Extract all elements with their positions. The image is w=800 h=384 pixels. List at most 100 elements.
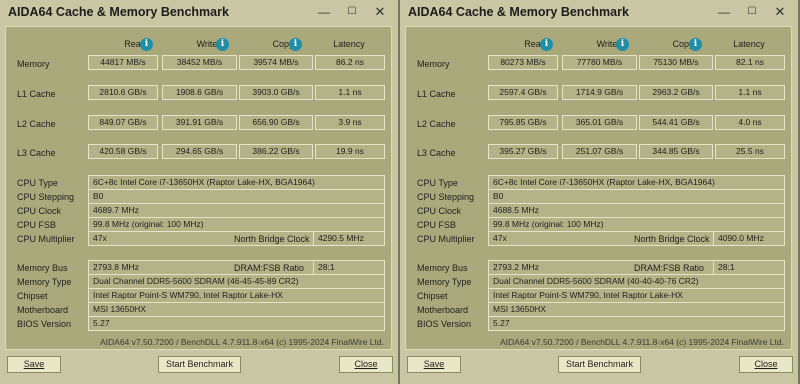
value-chipset: Intel Raptor Point-S WM790, Intel Raptor… bbox=[88, 288, 385, 303]
row-label-l2: L2 Cache bbox=[17, 119, 56, 129]
value-cpu-type: 6C+8c Intel Core i7-13650HX (Raptor Lake… bbox=[488, 175, 785, 190]
memory-latency: 86.2 ns bbox=[315, 55, 385, 70]
l1-write: 1714.9 GB/s bbox=[562, 85, 637, 100]
header-latency: Latency bbox=[333, 39, 365, 49]
value-cpu-clock: 4688.5 MHz bbox=[488, 203, 785, 218]
label-cpu-multiplier: CPU Multiplier bbox=[417, 234, 475, 244]
label-motherboard: Motherboard bbox=[17, 305, 69, 315]
close-button-label: Close bbox=[354, 359, 378, 369]
l1-latency: 1.1 ns bbox=[315, 85, 385, 100]
label-cpu-type: CPU Type bbox=[417, 178, 458, 188]
minimize-icon[interactable]: — bbox=[312, 3, 336, 21]
label-memory-type: Memory Type bbox=[17, 277, 72, 287]
l1-read: 2597.4 GB/s bbox=[488, 85, 558, 100]
value-north-bridge-clock: 4090.0 MHz bbox=[713, 231, 785, 246]
label-cpu-multiplier: CPU Multiplier bbox=[17, 234, 75, 244]
l3-read: 420.58 GB/s bbox=[88, 144, 158, 159]
value-cpu-fsb: 99.8 MHz (original: 100 MHz) bbox=[488, 217, 785, 232]
value-north-bridge-clock: 4290.5 MHz bbox=[313, 231, 385, 246]
maximize-icon[interactable]: ☐ bbox=[340, 3, 364, 21]
header-write: Write bbox=[196, 39, 218, 49]
save-button[interactable]: Save bbox=[7, 356, 61, 373]
label-dram-fsb-ratio: DRAM:FSB Ratio bbox=[234, 263, 305, 273]
row-label-memory: Memory bbox=[417, 59, 450, 69]
l2-copy: 656.90 GB/s bbox=[239, 115, 313, 130]
label-bios-version: BIOS Version bbox=[417, 319, 472, 329]
version-footer: AIDA64 v7.50.7200 / BenchDLL 4.7.911.8-x… bbox=[100, 337, 384, 347]
save-button[interactable]: Save bbox=[407, 356, 461, 373]
l2-write: 391.91 GB/s bbox=[162, 115, 237, 130]
l3-copy: 344.85 GB/s bbox=[639, 144, 713, 159]
l2-read: 795.85 GB/s bbox=[488, 115, 558, 130]
close-icon[interactable]: ✕ bbox=[768, 3, 792, 21]
results-panel: Read i Write i Copy i Latency Memory 448… bbox=[5, 26, 392, 350]
info-icon-copy[interactable]: i bbox=[689, 38, 702, 51]
l3-latency: 19.9 ns bbox=[315, 144, 385, 159]
label-north-bridge-clock: North Bridge Clock bbox=[234, 234, 310, 244]
value-dram-fsb-ratio: 28:1 bbox=[713, 260, 785, 275]
value-cpu-stepping: B0 bbox=[488, 189, 785, 204]
close-button[interactable]: Close bbox=[739, 356, 793, 373]
l1-read: 2810.6 GB/s bbox=[88, 85, 158, 100]
value-memory-type: Dual Channel DDR5-5600 SDRAM (46-45-45-8… bbox=[88, 274, 385, 289]
close-button-label: Close bbox=[754, 359, 778, 369]
start-benchmark-button[interactable]: Start Benchmark bbox=[158, 356, 241, 373]
label-dram-fsb-ratio: DRAM:FSB Ratio bbox=[634, 263, 705, 273]
label-bios-version: BIOS Version bbox=[17, 319, 72, 329]
l3-write: 251.07 GB/s bbox=[562, 144, 637, 159]
value-motherboard: MSI 13650HX bbox=[88, 302, 385, 317]
minimize-icon[interactable]: — bbox=[712, 3, 736, 21]
info-icon-write[interactable]: i bbox=[616, 38, 629, 51]
info-icon-copy[interactable]: i bbox=[289, 38, 302, 51]
value-cpu-fsb: 99.8 MHz (original: 100 MHz) bbox=[88, 217, 385, 232]
value-cpu-stepping: B0 bbox=[88, 189, 385, 204]
label-chipset: Chipset bbox=[17, 291, 48, 301]
close-button[interactable]: Close bbox=[339, 356, 393, 373]
memory-latency: 82.1 ns bbox=[715, 55, 785, 70]
memory-copy: 39574 MB/s bbox=[239, 55, 313, 70]
maximize-icon[interactable]: ☐ bbox=[740, 3, 764, 21]
info-icon-write[interactable]: i bbox=[216, 38, 229, 51]
value-bios-version: 5.27 bbox=[488, 316, 785, 331]
header-latency: Latency bbox=[733, 39, 765, 49]
start-benchmark-button[interactable]: Start Benchmark bbox=[558, 356, 641, 373]
l2-latency: 4.0 ns bbox=[715, 115, 785, 130]
window-title: AIDA64 Cache & Memory Benchmark bbox=[408, 5, 629, 19]
header-copy: Copy bbox=[672, 39, 694, 49]
info-icon-read[interactable]: i bbox=[540, 38, 553, 51]
label-cpu-fsb: CPU FSB bbox=[17, 220, 57, 230]
value-motherboard: MSI 13650HX bbox=[488, 302, 785, 317]
memory-read: 80273 MB/s bbox=[488, 55, 558, 70]
info-icon-read[interactable]: i bbox=[140, 38, 153, 51]
window-title: AIDA64 Cache & Memory Benchmark bbox=[8, 5, 229, 19]
header-copy: Copy bbox=[272, 39, 294, 49]
l3-latency: 25.5 ns bbox=[715, 144, 785, 159]
value-chipset: Intel Raptor Point-S WM790, Intel Raptor… bbox=[488, 288, 785, 303]
l2-read: 849.07 GB/s bbox=[88, 115, 158, 130]
label-cpu-stepping: CPU Stepping bbox=[417, 192, 475, 202]
l3-read: 395.27 GB/s bbox=[488, 144, 558, 159]
l2-copy: 544.41 GB/s bbox=[639, 115, 713, 130]
memory-copy: 75130 MB/s bbox=[639, 55, 713, 70]
header-read: Read bbox=[524, 39, 546, 49]
title-bar[interactable]: AIDA64 Cache & Memory Benchmark — ☐ ✕ bbox=[400, 0, 798, 24]
label-cpu-clock: CPU Clock bbox=[17, 206, 62, 216]
value-bios-version: 5.27 bbox=[88, 316, 385, 331]
l1-copy: 2963.2 GB/s bbox=[639, 85, 713, 100]
l2-latency: 3.9 ns bbox=[315, 115, 385, 130]
row-label-l1: L1 Cache bbox=[417, 89, 456, 99]
label-cpu-fsb: CPU FSB bbox=[417, 220, 457, 230]
label-memory-type: Memory Type bbox=[417, 277, 472, 287]
l1-latency: 1.1 ns bbox=[715, 85, 785, 100]
row-label-l3: L3 Cache bbox=[417, 148, 456, 158]
title-bar[interactable]: AIDA64 Cache & Memory Benchmark — ☐ ✕ bbox=[0, 0, 398, 24]
version-footer: AIDA64 v7.50.7200 / BenchDLL 4.7.911.8-x… bbox=[500, 337, 784, 347]
row-label-l3: L3 Cache bbox=[17, 148, 56, 158]
l1-write: 1908.6 GB/s bbox=[162, 85, 237, 100]
benchmark-window-2: AIDA64 Cache & Memory Benchmark — ☐ ✕ Re… bbox=[400, 0, 798, 384]
close-icon[interactable]: ✕ bbox=[368, 3, 392, 21]
header-read: Read bbox=[124, 39, 146, 49]
benchmark-window-1: AIDA64 Cache & Memory Benchmark — ☐ ✕ Re… bbox=[0, 0, 398, 384]
row-label-l1: L1 Cache bbox=[17, 89, 56, 99]
label-cpu-clock: CPU Clock bbox=[417, 206, 462, 216]
